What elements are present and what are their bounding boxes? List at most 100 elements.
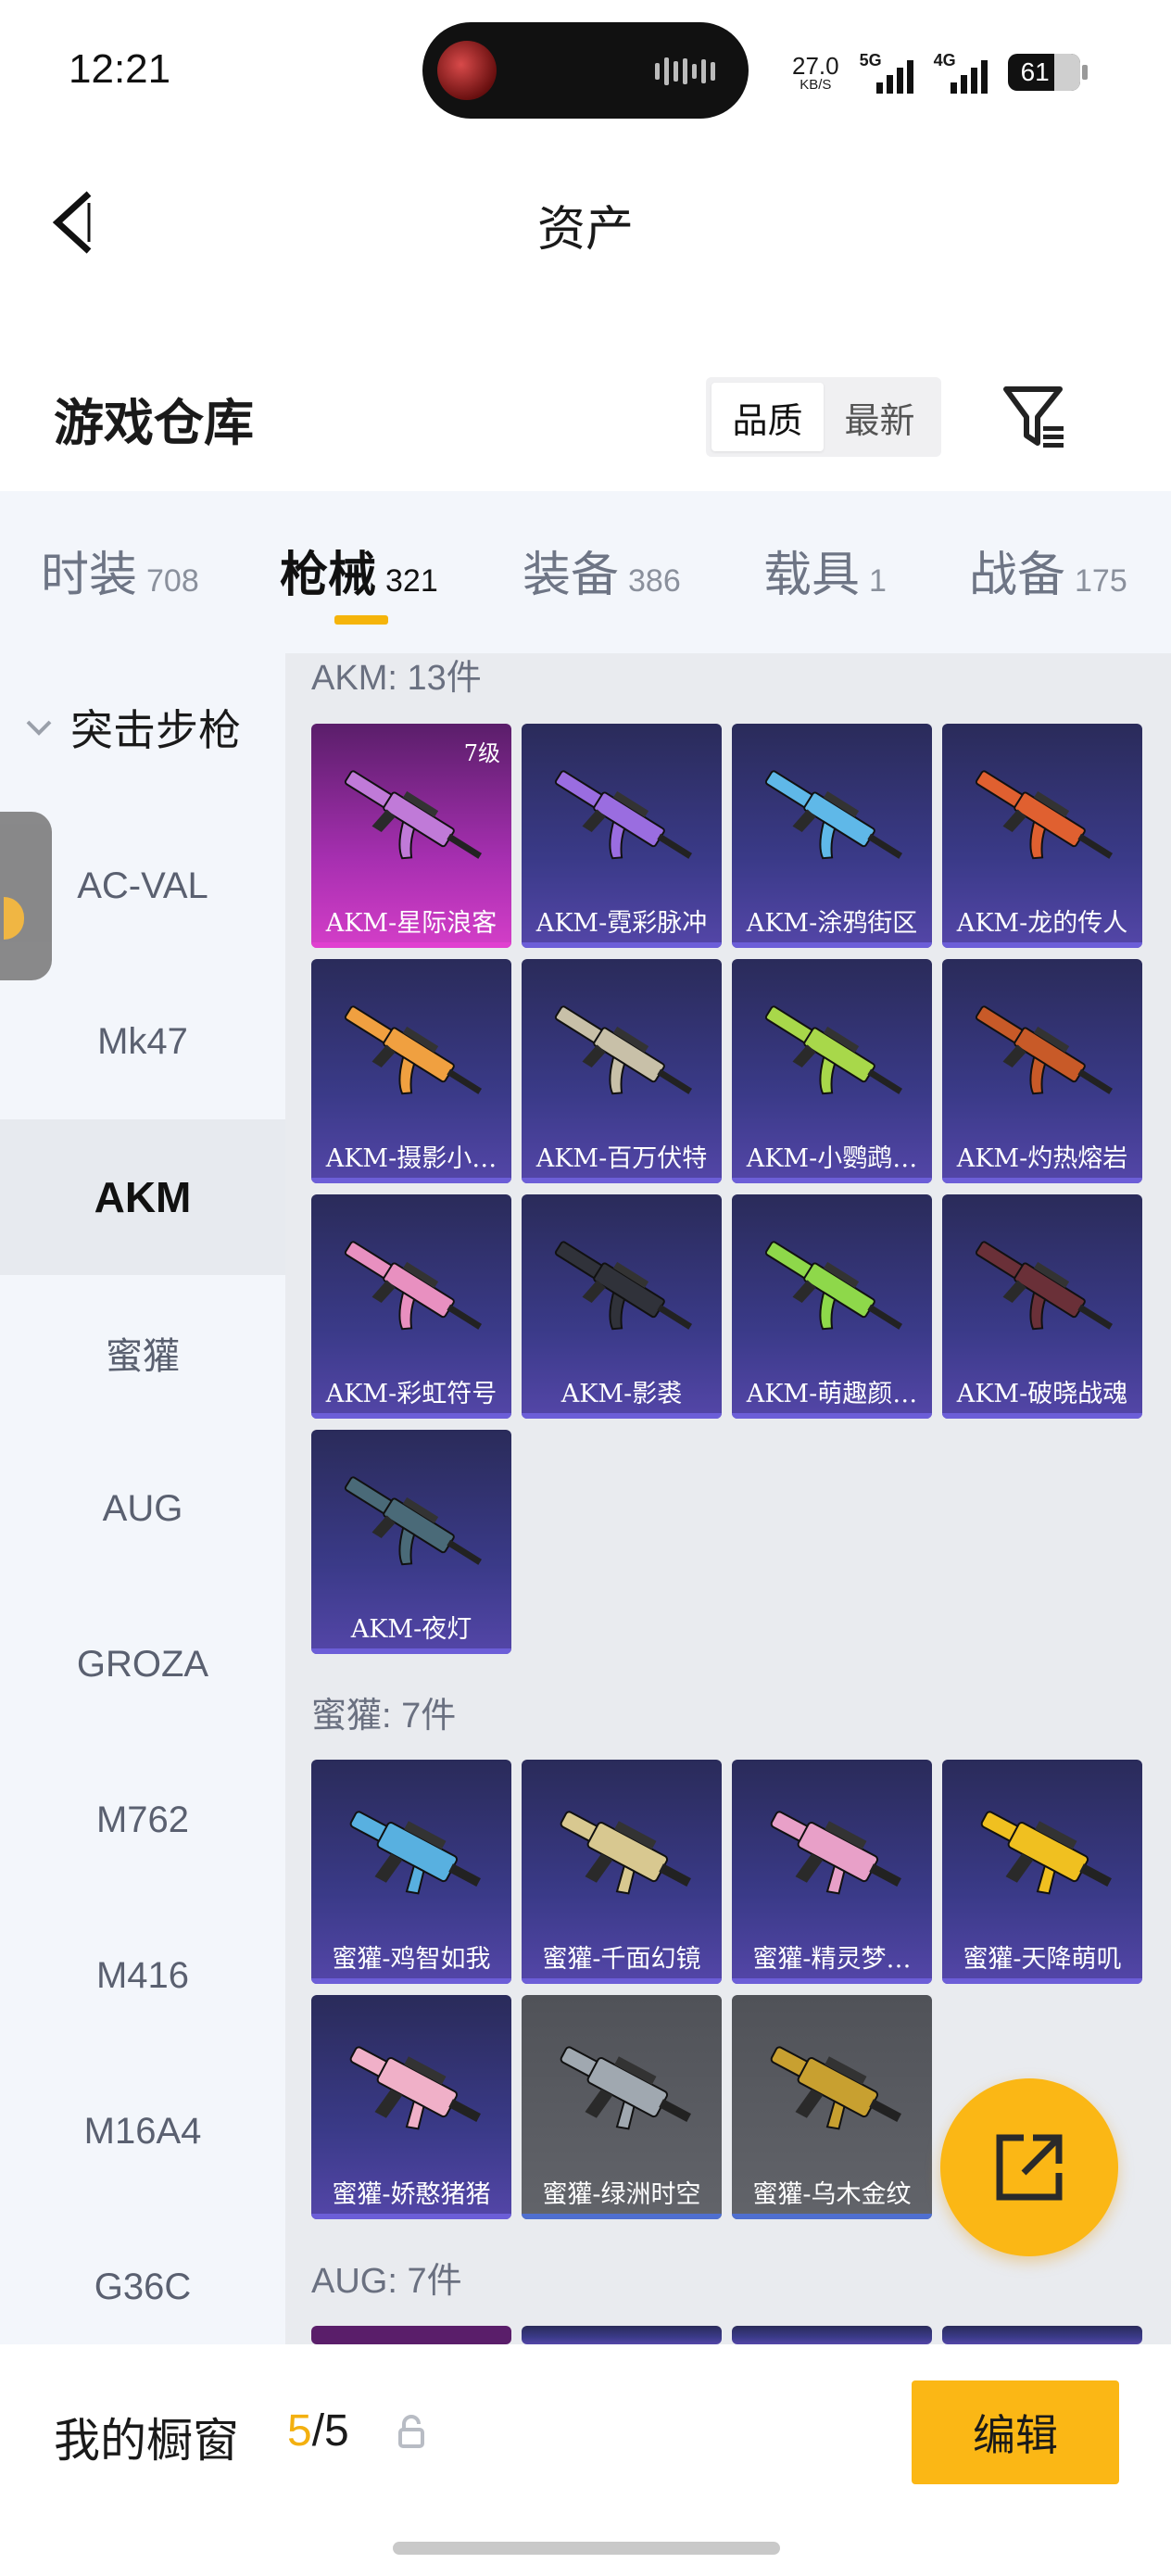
item-card[interactable]: AKM-摄影小… [311, 959, 511, 1183]
sort-segmented-control: 品质 最新 [706, 377, 941, 457]
sidebar-item-akm[interactable]: AKM [0, 1119, 285, 1275]
sidebar-item-g36c[interactable]: G36C [0, 2209, 285, 2365]
page-title: 资产 [536, 202, 634, 258]
item-name: 蜜獾-绿洲时空 [542, 2179, 701, 2209]
item-card[interactable]: 蜜獾-千面幻镜 [522, 1760, 722, 1984]
weapon-icon [344, 1241, 483, 1331]
rarity-bar [522, 942, 722, 948]
group-title-akm: AKM: 13件 [311, 659, 482, 698]
item-card[interactable]: 蜜獾-精灵梦… [732, 1760, 932, 1984]
item-card-partial[interactable] [732, 2326, 932, 2344]
tab-vehicles[interactable]: 载具 1 [763, 536, 887, 605]
signal-4g-icon: 4G [934, 51, 988, 94]
item-name: AKM-破晓战魂 [956, 1379, 1128, 1408]
sidebar-item-m416[interactable]: M416 [0, 1898, 285, 2053]
weapon-icon [554, 1005, 693, 1095]
item-card[interactable]: 蜜獾-鸡智如我 [311, 1760, 511, 1984]
speed-value: 27.0 [792, 51, 839, 80]
audio-wave-icon [655, 57, 715, 85]
item-card-partial[interactable] [522, 2326, 722, 2344]
item-card[interactable]: 蜜獾-娇憨猪猪 [311, 1995, 511, 2219]
item-card[interactable]: AKM-龙的传人 [942, 724, 1142, 948]
tab-fashion[interactable]: 时装 708 [41, 536, 199, 605]
sidebar-item-m16a4[interactable]: M16A4 [0, 2053, 285, 2209]
tab-equipment[interactable]: 装备 386 [523, 536, 681, 605]
sidebar-item-aug[interactable]: AUG [0, 1431, 285, 1586]
tab-supplies[interactable]: 战备 175 [969, 536, 1127, 605]
sidebar-item-groza[interactable]: GROZA [0, 1586, 285, 1742]
item-name: 蜜獾-天降萌叽 [963, 1944, 1122, 1974]
rarity-bar [732, 2214, 932, 2219]
item-card[interactable]: AKM-灼热熔岩 [942, 959, 1142, 1183]
item-card[interactable]: AKM-小鹦鹉… [732, 959, 932, 1183]
rarity-bar [732, 1178, 932, 1183]
rarity-bar [311, 942, 511, 948]
item-card[interactable]: 蜜獾-绿洲时空 [522, 1995, 722, 2219]
edit-button[interactable]: 编辑 [912, 2380, 1119, 2484]
group-title-aug: AUG: 7件 [311, 2262, 462, 2301]
weapon-icon [560, 2046, 691, 2130]
sidebar-item-mk47[interactable]: Mk47 [0, 964, 285, 1119]
filter-button[interactable] [1001, 382, 1069, 452]
weapon-icon [344, 770, 483, 860]
section-title: 游戏仓库 [54, 394, 254, 452]
floating-assistant-pill[interactable] [0, 812, 52, 980]
weapon-icon [770, 2046, 901, 2130]
status-time: 12:21 [69, 46, 171, 92]
weapon-icon [764, 1241, 903, 1331]
item-card-partial[interactable] [942, 2326, 1142, 2344]
item-name: AKM-彩虹符号 [325, 1379, 497, 1408]
sidebar-item-honey-badger[interactable]: 蜜獾 [0, 1275, 285, 1431]
weapon-icon [975, 770, 1114, 860]
signal-5g-icon: 5G [860, 51, 913, 94]
battery-level: 61 [1020, 57, 1050, 86]
category-assault-rifle[interactable]: 突击步枪 [20, 697, 241, 758]
item-card-partial[interactable] [311, 2326, 511, 2344]
item-card[interactable]: 蜜獾-天降萌叽 [942, 1760, 1142, 1984]
item-name: AKM-夜灯 [350, 1614, 472, 1644]
item-card[interactable]: AKM-百万伏特 [522, 959, 722, 1183]
weapon-icon [344, 1005, 483, 1095]
rarity-bar [942, 1178, 1142, 1183]
item-card[interactable]: AKM-霓彩脉冲 [522, 724, 722, 948]
weapon-icon [349, 2046, 481, 2130]
rarity-bar [522, 1178, 722, 1183]
item-card[interactable]: AKM-影裘 [522, 1194, 722, 1419]
battery-icon: 61 [1007, 54, 1088, 91]
item-card[interactable]: AKM-彩虹符号 [311, 1194, 511, 1419]
weapon-icon [975, 1005, 1114, 1095]
item-name: AKM-霓彩脉冲 [535, 908, 708, 938]
item-name: 蜜獾-娇憨猪猪 [332, 2179, 491, 2209]
rarity-bar [942, 942, 1142, 948]
weapon-icon [344, 1476, 483, 1566]
tab-weapons[interactable]: 枪械 321 [280, 536, 438, 605]
tab-count: 1 [869, 563, 887, 599]
weapon-icon [349, 1811, 481, 1895]
item-card[interactable]: AKM-涂鸦街区 [732, 724, 932, 948]
dynamic-island[interactable] [422, 22, 749, 119]
rarity-bar [522, 1413, 722, 1419]
sort-option-quality[interactable]: 品质 [711, 383, 824, 451]
item-name: AKM-小鹦鹉… [746, 1143, 918, 1173]
item-name: AKM-星际浪客 [325, 908, 497, 938]
showcase-count-current: 5 [287, 2406, 312, 2456]
item-name: AKM-灼热熔岩 [956, 1143, 1128, 1173]
item-card[interactable]: 7级 AKM-星际浪客 [311, 724, 511, 948]
item-card[interactable]: AKM-萌趣颜… [732, 1194, 932, 1419]
active-tab-indicator [334, 615, 388, 625]
weapon-icon [560, 1811, 691, 1895]
network-speed: 27.0 KB/S [792, 54, 839, 92]
home-indicator[interactable] [393, 2542, 780, 2555]
sort-option-latest[interactable]: 最新 [824, 383, 936, 451]
sidebar-item-m762[interactable]: M762 [0, 1742, 285, 1898]
item-card[interactable]: AKM-夜灯 [311, 1430, 511, 1654]
showcase-count-total: /5 [311, 2406, 349, 2456]
lock-icon [398, 2415, 424, 2448]
item-name: AKM-摄影小… [325, 1143, 497, 1173]
showcase-count: 5/5 [287, 2406, 349, 2456]
item-card[interactable]: AKM-破晓战魂 [942, 1194, 1142, 1419]
tab-count: 321 [385, 563, 438, 599]
item-name: 蜜獾-乌木金纹 [752, 2179, 912, 2209]
share-fab-button[interactable] [940, 2078, 1118, 2256]
item-card[interactable]: 蜜獾-乌木金纹 [732, 1995, 932, 2219]
